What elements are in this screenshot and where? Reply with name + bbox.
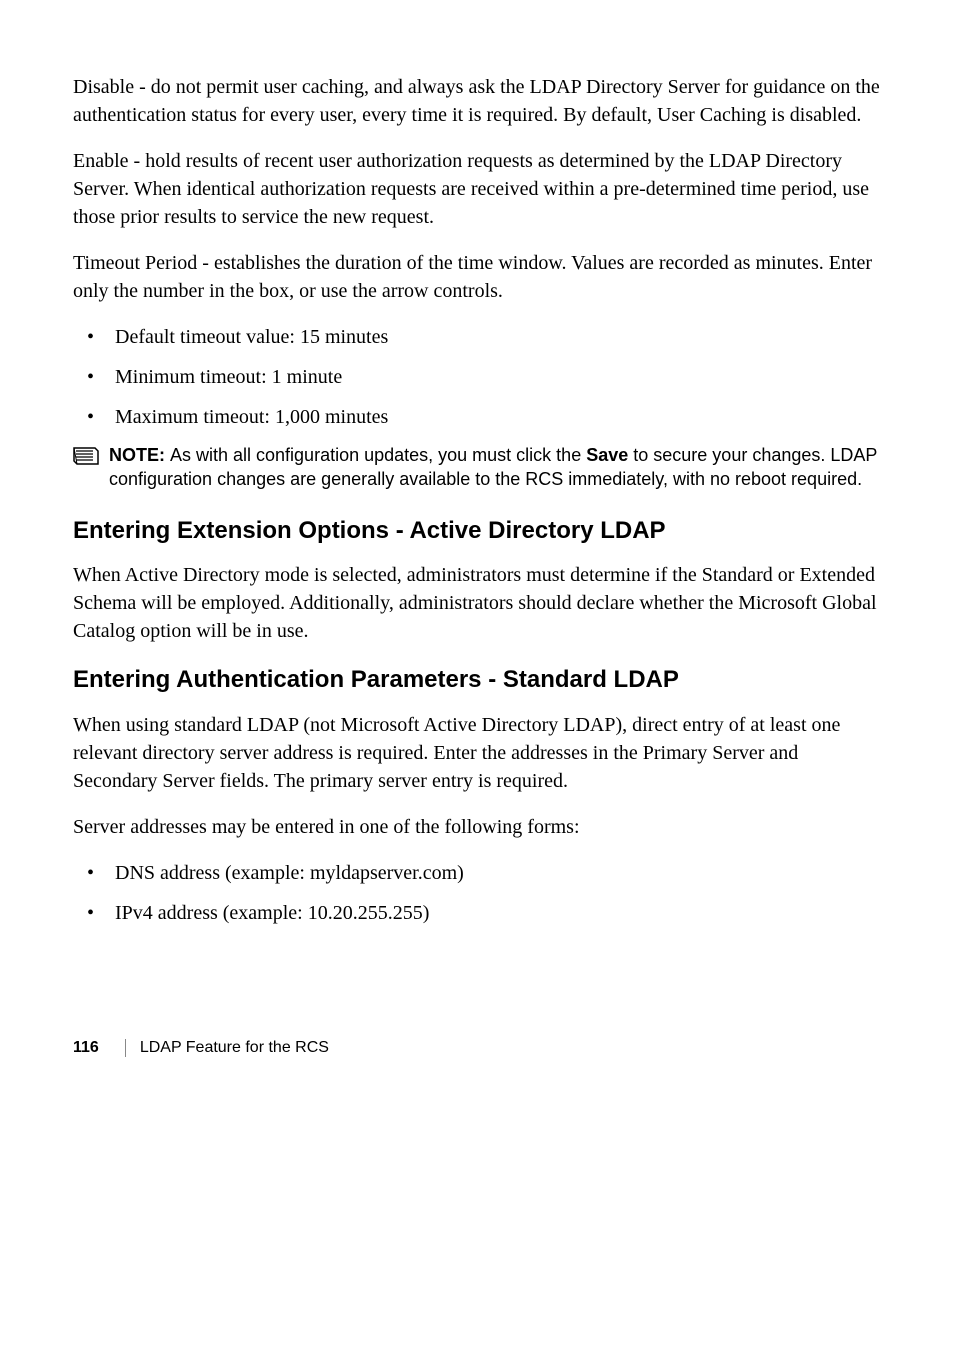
note-text-pre: As with all configuration updates, you m… bbox=[170, 445, 586, 465]
footer-divider bbox=[125, 1039, 126, 1057]
address-bullet-list: DNS address (example: myldapserver.com) … bbox=[73, 859, 881, 927]
paragraph-disable: Disable - do not permit user caching, an… bbox=[73, 73, 881, 129]
note-label: NOTE: bbox=[109, 445, 170, 465]
footer-text: LDAP Feature for the RCS bbox=[140, 1037, 329, 1059]
paragraph-timeout: Timeout Period - establishes the duratio… bbox=[73, 249, 881, 305]
heading-auth-params: Entering Authentication Parameters - Sta… bbox=[73, 663, 881, 697]
list-item: Maximum timeout: 1,000 minutes bbox=[73, 403, 881, 431]
page-footer: 116 LDAP Feature for the RCS bbox=[73, 1037, 881, 1059]
paragraph-standard-ldap: When using standard LDAP (not Microsoft … bbox=[73, 711, 881, 795]
paragraph-enable: Enable - hold results of recent user aut… bbox=[73, 147, 881, 231]
page-number: 116 bbox=[73, 1037, 99, 1059]
list-item: DNS address (example: myldapserver.com) bbox=[73, 859, 881, 887]
heading-extension-options: Entering Extension Options - Active Dire… bbox=[73, 514, 881, 548]
note-icon bbox=[73, 446, 99, 473]
list-item: Default timeout value: 15 minutes bbox=[73, 323, 881, 351]
paragraph-server-addresses: Server addresses may be entered in one o… bbox=[73, 813, 881, 841]
note-text: NOTE: As with all configuration updates,… bbox=[109, 443, 881, 492]
paragraph-active-directory: When Active Directory mode is selected, … bbox=[73, 561, 881, 645]
timeout-bullet-list: Default timeout value: 15 minutes Minimu… bbox=[73, 323, 881, 431]
note-save-bold: Save bbox=[586, 445, 628, 465]
note-block: NOTE: As with all configuration updates,… bbox=[73, 443, 881, 492]
list-item: Minimum timeout: 1 minute bbox=[73, 363, 881, 391]
list-item: IPv4 address (example: 10.20.255.255) bbox=[73, 899, 881, 927]
